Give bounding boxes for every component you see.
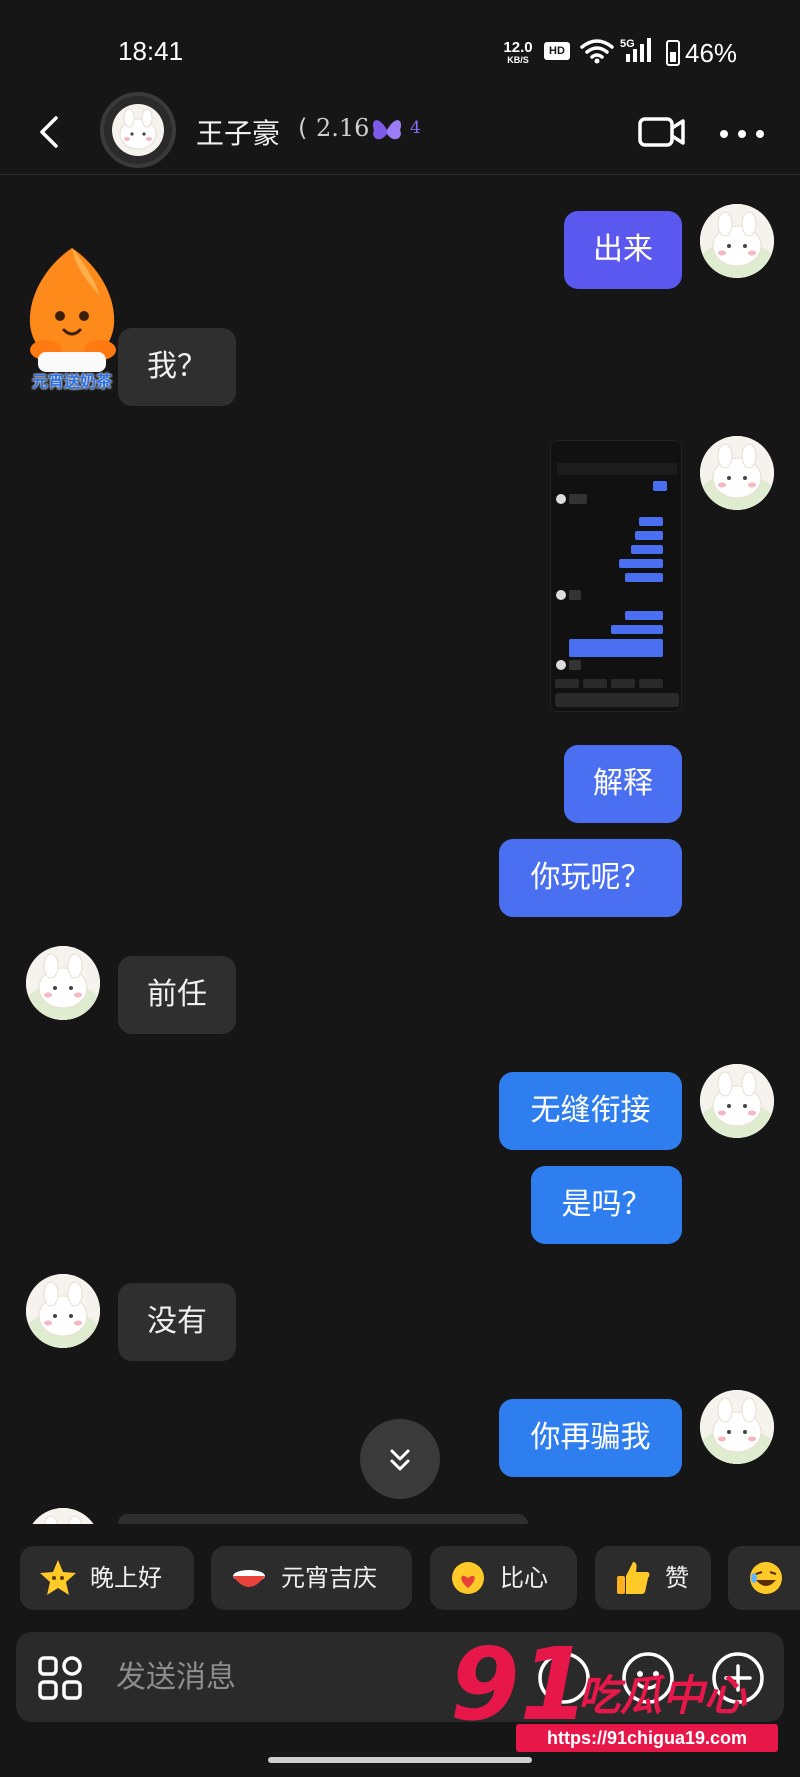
contact-level: 2.16 xyxy=(316,114,370,142)
orange-mascot-icon xyxy=(29,248,116,372)
watermark-brand: 吃瓜中心 xyxy=(578,1671,747,1720)
sticker-label: 元宵送奶茶 xyxy=(31,372,112,391)
watermark-url: https://91chigua19.com xyxy=(516,1724,778,1752)
screenshot-thumbnail-icon xyxy=(551,441,681,711)
message-bubble-out[interactable]: 无缝衔接 xyxy=(499,1072,682,1150)
battery-percent: 46% xyxy=(685,38,738,68)
status-time: 18:41 xyxy=(118,36,184,66)
network-speed: 12.0 KB/S xyxy=(503,39,533,65)
message-bubble-in[interactable]: 没有 xyxy=(118,1283,236,1361)
bowl-icon xyxy=(233,1570,265,1587)
message-bubble-out[interactable]: 出来 xyxy=(564,211,682,289)
message-bubble-out[interactable]: 你玩呢？ xyxy=(499,839,682,917)
quick-reply-chip[interactable]: 赞 xyxy=(595,1546,711,1610)
bunny-avatar-icon xyxy=(112,104,164,156)
chat-header: 王子豪 ( 2.16 4 xyxy=(0,90,800,175)
hd-icon: HD xyxy=(544,42,570,60)
quick-reply-chip[interactable]: 晚上好 xyxy=(20,1546,194,1610)
sticker-avatar[interactable]: 元宵送奶茶 xyxy=(16,244,128,394)
watermark-logo: 91 吃瓜中心 https://91chigua19.com xyxy=(450,1626,790,1757)
more-options-icon[interactable] xyxy=(718,124,766,144)
message-bubble-out[interactable]: 解释 xyxy=(564,745,682,823)
double-chevron-down-icon xyxy=(390,1449,410,1471)
heart-hands-icon xyxy=(452,1562,484,1594)
scroll-to-bottom-button[interactable] xyxy=(360,1419,440,1499)
my-avatar-icon[interactable] xyxy=(700,1064,774,1138)
message-bubble-in[interactable]: 前任 xyxy=(118,956,236,1034)
home-indicator[interactable] xyxy=(268,1757,532,1763)
wifi-icon xyxy=(580,39,614,64)
image-message-screenshot[interactable] xyxy=(550,440,682,712)
contact-avatar-icon[interactable] xyxy=(26,1274,100,1348)
apps-grid-icon[interactable] xyxy=(36,1654,84,1702)
contact-avatar-icon[interactable] xyxy=(26,946,100,1020)
message-bubble-in[interactable]: 我？ xyxy=(118,328,236,406)
butterfly-badge-icon xyxy=(372,120,402,140)
battery-icon xyxy=(666,40,680,66)
badge-count: 4 xyxy=(410,118,421,138)
contact-avatar[interactable] xyxy=(100,92,176,168)
star-face-icon xyxy=(40,1560,76,1595)
quick-reply-chip[interactable]: 元宵吉庆 xyxy=(211,1546,412,1610)
quick-reply-chip[interactable]: 比心 xyxy=(430,1546,577,1610)
message-bubble-out[interactable]: 是吗？ xyxy=(531,1166,682,1244)
back-icon[interactable] xyxy=(30,110,70,154)
quick-reply-bar: 晚上好 元宵吉庆 比心 赞 xyxy=(0,1546,800,1612)
contact-avatar-partial xyxy=(26,1508,100,1524)
message-bubble-partial xyxy=(118,1514,528,1524)
laughing-face-icon xyxy=(750,1562,782,1594)
quick-reply-chip[interactable] xyxy=(728,1546,800,1610)
message-bubble-out[interactable]: 你再骗我 xyxy=(499,1399,682,1477)
my-avatar-icon[interactable] xyxy=(700,436,774,510)
contact-name[interactable]: 王子豪 xyxy=(196,112,280,152)
cellular-signal-icon: 5G xyxy=(620,36,656,64)
thumbs-up-icon xyxy=(617,1562,650,1594)
contact-name-paren: ( xyxy=(298,114,308,142)
status-bar: 18:41 12.0 KB/S HD 5G 46% xyxy=(0,0,800,100)
video-call-icon[interactable] xyxy=(637,114,687,150)
my-avatar-icon[interactable] xyxy=(700,1390,774,1464)
my-avatar-icon[interactable] xyxy=(700,204,774,278)
message-input[interactable] xyxy=(116,1648,496,1706)
